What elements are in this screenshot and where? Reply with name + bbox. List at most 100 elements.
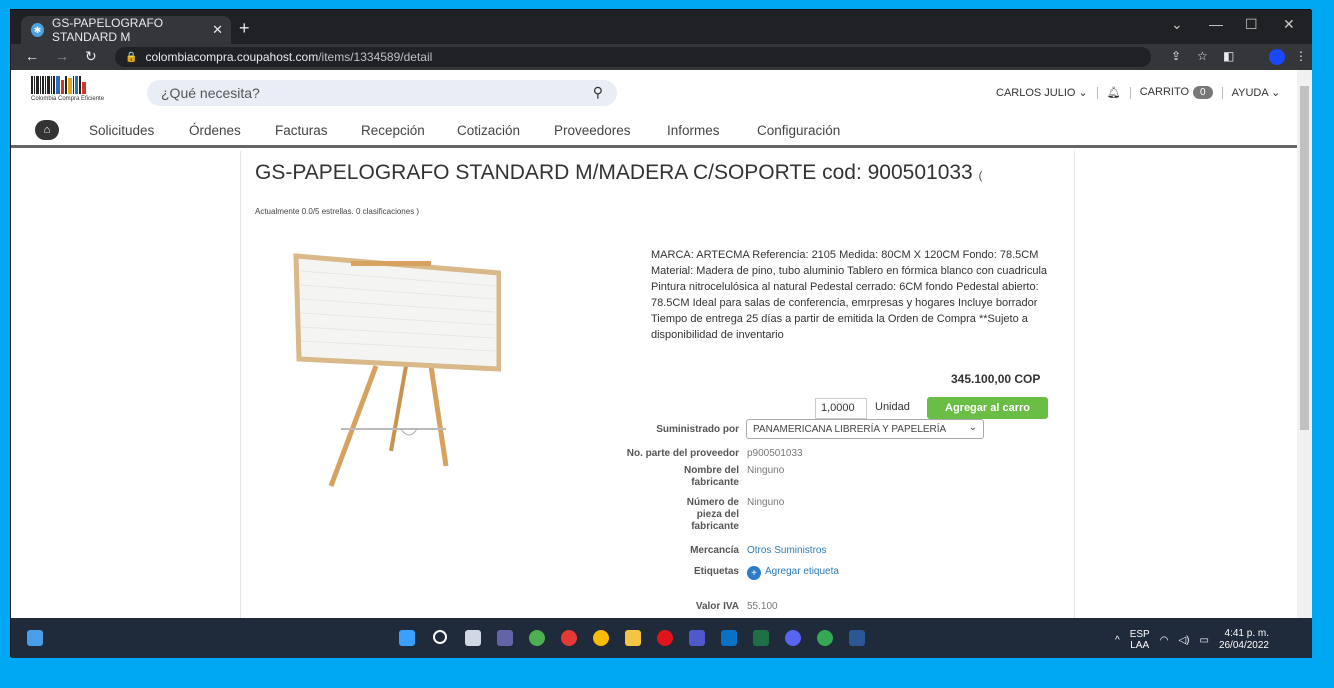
start-menu-icon[interactable] [399, 630, 415, 646]
outlook-icon[interactable] [721, 630, 737, 646]
chrome-active-icon[interactable] [817, 630, 833, 646]
close-tab-icon[interactable]: ✕ [212, 22, 223, 38]
product-detail: GS-PAPELOGRAFO STANDARD M/MADERA C/SOPOR… [240, 151, 1075, 618]
barcode-logo-icon [31, 76, 141, 94]
unit-label: Unidad [875, 401, 910, 413]
share-icon[interactable]: ⇪ [1171, 49, 1181, 63]
product-title: GS-PAPELOGRAFO STANDARD M/MADERA C/SOPOR… [255, 161, 982, 185]
cart-count-badge: 0 [1193, 86, 1213, 99]
new-tab-icon[interactable]: + [239, 18, 250, 39]
nav-recepcion[interactable]: Recepción [361, 123, 425, 138]
manufacturer-part-label: Número de pieza del fabricante [686, 497, 739, 532]
add-tag-link[interactable]: Agregar etiqueta [765, 566, 839, 578]
supplier-select[interactable]: PANAMERICANA LIBRERÍA Y PAPELERÍA ⌄ [746, 419, 984, 439]
chrome-icon[interactable] [593, 630, 609, 646]
date-text: 26/04/2022 [1218, 640, 1269, 651]
nav-proveedores[interactable]: Proveedores [554, 123, 631, 138]
title-paren: ( [978, 170, 983, 182]
product-price: 345.100,00 COP [951, 372, 1041, 386]
divider [1221, 86, 1223, 99]
forward-icon[interactable]: → [55, 48, 69, 64]
nav-cotizacion[interactable]: Cotización [457, 123, 520, 138]
file-explorer-icon[interactable] [625, 630, 641, 646]
chevron-up-icon[interactable]: ^ [1115, 635, 1120, 646]
product-image [293, 253, 501, 487]
wifi-icon[interactable]: ◠ [1160, 635, 1169, 646]
profile-avatar[interactable] [1269, 49, 1285, 65]
manufacturer-part-value: Ninguno [747, 497, 785, 508]
logo-text: Colombia Compra Eficiente [31, 96, 105, 102]
system-tray: ^ ESP LAA ◠ ◁) ▭ 4:41 p. m. 26/04/2022 [1115, 628, 1269, 652]
reload-icon[interactable]: ↻ [85, 48, 97, 65]
divider [1096, 86, 1098, 99]
volume-icon[interactable]: ◁) [1178, 635, 1189, 646]
product-description: MARCA: ARTECMA Referencia: 2105 Medida: … [651, 249, 1048, 341]
side-panel-icon[interactable]: ◧ [1223, 49, 1234, 63]
excel-icon[interactable] [753, 630, 769, 646]
search-placeholder: ¿Qué necesita? [161, 85, 260, 101]
maximize-icon[interactable]: ☐ [1245, 16, 1258, 33]
help-label: AYUDA [1231, 87, 1269, 99]
add-tag-icon[interactable]: + [747, 566, 761, 580]
divider [1129, 86, 1131, 99]
widgets-icon[interactable] [27, 630, 43, 646]
menu-kebab-icon[interactable]: ⋮ [1295, 49, 1307, 63]
home-icon[interactable]: ⌂ [35, 120, 59, 140]
web-page: Colombia Compra Eficiente ¿Qué necesita?… [11, 70, 1297, 618]
tags-label: Etiquetas [693, 566, 739, 577]
site-favicon-icon: ✱ [31, 23, 44, 37]
tab-strip: ✱ GS-PAPELOGRAFO STANDARD M ✕ + ⌄ — ☐ ✕ [11, 10, 1312, 44]
tab-search-icon[interactable]: ⌄ [1171, 16, 1183, 33]
chevron-down-icon: ⌄ [968, 422, 977, 433]
bookmark-star-icon[interactable]: ☆ [1197, 49, 1208, 63]
discord-icon[interactable] [785, 630, 801, 646]
word-icon[interactable] [849, 630, 865, 646]
minimize-icon[interactable]: — [1209, 16, 1223, 32]
clock[interactable]: 4:41 p. m. 26/04/2022 [1219, 628, 1269, 652]
add-to-cart-button[interactable]: Agregar al carro [927, 397, 1048, 419]
commodity-link[interactable]: Otros Suministros [747, 545, 826, 557]
battery-icon[interactable]: ▭ [1199, 635, 1208, 646]
nav-informes[interactable]: Informes [667, 123, 720, 138]
app-icon[interactable] [561, 630, 577, 646]
windows-taskbar: ^ ESP LAA ◠ ◁) ▭ 4:41 p. m. 26/04/2022 [11, 618, 1312, 658]
user-menu: CARLOS JULIO ⌄ 🔔︎ CARRITO 0 AYUDA ⌄ [996, 86, 1280, 99]
scrollbar-thumb[interactable] [1300, 86, 1309, 430]
teams-icon[interactable] [689, 630, 705, 646]
language-indicator[interactable]: ESP LAA [1130, 629, 1150, 651]
opera-icon[interactable] [657, 630, 673, 646]
lang-code: ESP [1129, 629, 1150, 640]
lock-icon: 🔒 [125, 51, 138, 63]
vertical-scrollbar[interactable] [1297, 70, 1312, 618]
bell-icon[interactable]: 🔔︎ [1107, 86, 1121, 99]
product-title-text: GS-PAPELOGRAFO STANDARD M/MADERA C/SOPOR… [255, 161, 973, 184]
app-icon[interactable] [529, 630, 545, 646]
search-taskbar-icon[interactable] [433, 630, 447, 644]
nav-ordenes[interactable]: Órdenes [189, 123, 241, 138]
site-logo[interactable]: Colombia Compra Eficiente [31, 76, 141, 106]
part-number-label: No. parte del proveedor [626, 448, 739, 459]
nav-facturas[interactable]: Facturas [275, 123, 328, 138]
manufacturer-name-value: Ninguno [747, 465, 785, 476]
user-dropdown[interactable]: CARLOS JULIO ⌄ [996, 86, 1088, 99]
cart-link[interactable]: CARRITO 0 [1140, 86, 1213, 99]
teams-chat-icon[interactable] [497, 630, 513, 646]
supplier-label: Suministrado por [656, 424, 739, 435]
help-dropdown[interactable]: AYUDA ⌄ [1232, 86, 1281, 99]
close-window-icon[interactable]: ✕ [1283, 16, 1295, 33]
address-bar[interactable]: 🔒 colombiacompra.coupahost.com /items/13… [115, 47, 1151, 67]
search-icon[interactable]: ⚲ [593, 84, 603, 101]
back-icon[interactable]: ← [25, 48, 39, 64]
task-view-icon[interactable] [465, 630, 481, 646]
tab-title: GS-PAPELOGRAFO STANDARD M [51, 16, 164, 44]
nav-solicitudes[interactable]: Solicitudes [89, 123, 154, 138]
url-host: colombiacompra.coupahost.com [145, 50, 319, 64]
browser-tab[interactable]: ✱ GS-PAPELOGRAFO STANDARD M ✕ [21, 16, 231, 44]
quantity-input[interactable]: 1,0000 [815, 398, 867, 419]
search-input[interactable]: ¿Qué necesita? ⚲ [147, 80, 617, 106]
nav-configuracion[interactable]: Configuración [757, 123, 840, 138]
iva-value: 55.100 [747, 601, 778, 612]
commodity-label: Mercancía [690, 545, 739, 556]
browser-toolbar: ← → ↻ 🔒 colombiacompra.coupahost.com /it… [11, 44, 1312, 70]
user-name: CARLOS JULIO [996, 87, 1076, 99]
